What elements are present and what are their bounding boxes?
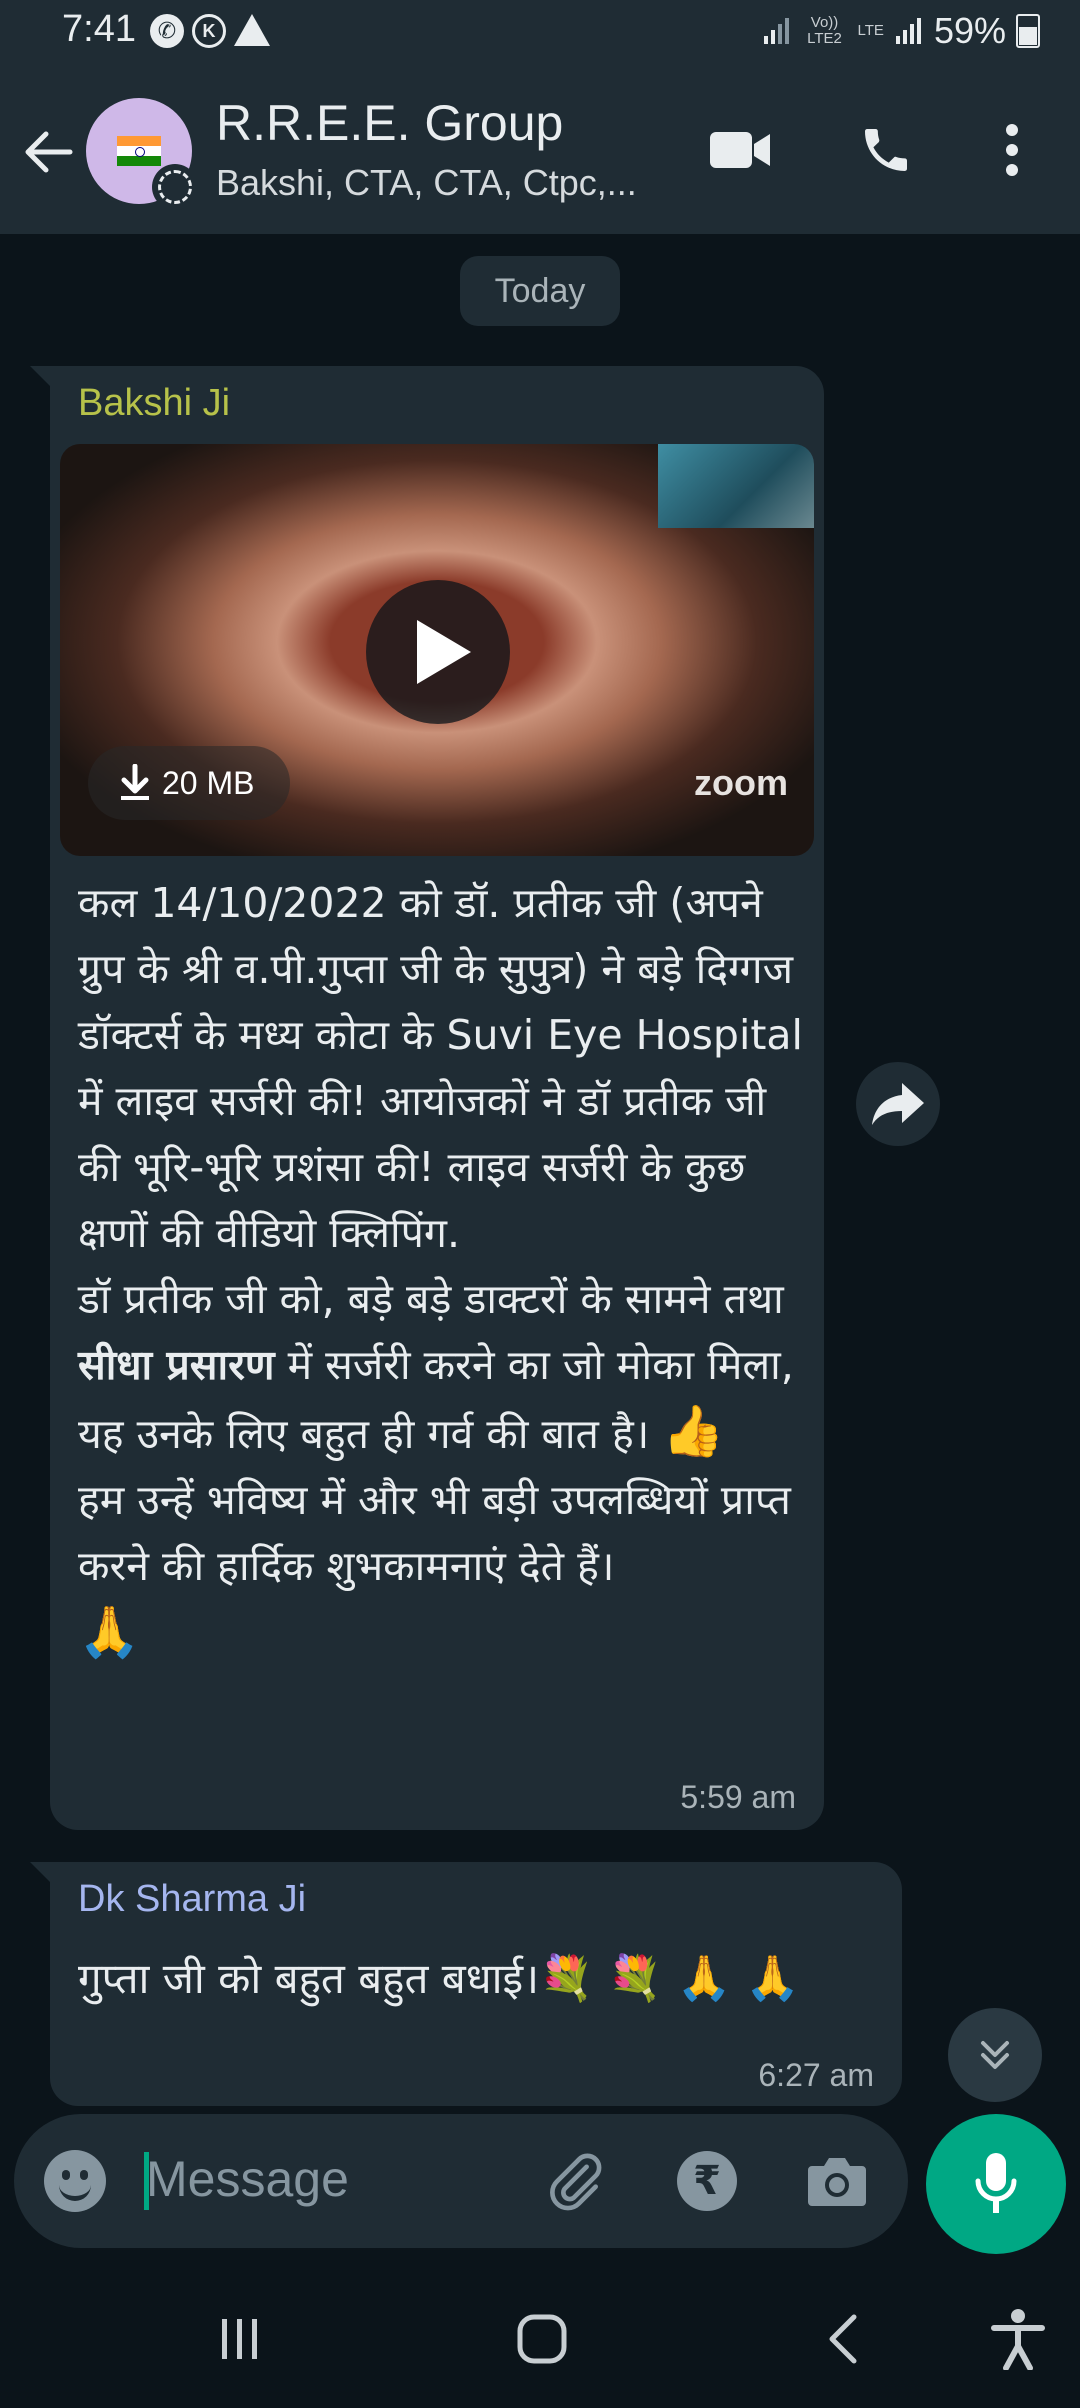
chat-header: R.R.E.E. Group Bakshi, CTA, CTA, Ctpc,..… [0,66,1080,234]
status-right: Vo)) LTE2 LTE 59% [762,10,1040,52]
battery-icon [1016,14,1040,48]
message-paragraph: डॉ प्रतीक जी को, बड़े बड़े डाक्टरों के स… [78,1266,808,1467]
forward-button[interactable] [856,1062,940,1146]
download-icon [121,764,149,800]
nav-recents-icon [222,2319,257,2359]
group-status-badge [152,164,198,210]
bold-text: सीधा प्रसारण [78,1341,275,1389]
group-title[interactable]: R.R.E.E. Group [216,94,563,152]
nav-home-icon [517,2314,567,2364]
text-segment: डॉ प्रतीक जी को, बड़े बड़े डाक्टरों के स… [78,1275,784,1323]
camera-icon [808,2158,866,2206]
voice-call-button[interactable] [854,118,918,182]
india-flag-icon [117,136,161,166]
scroll-down-icon [981,2041,1009,2069]
video-call-icon [710,132,770,168]
play-icon [417,620,471,684]
more-options-button[interactable] [980,118,1044,182]
video-message[interactable]: 20 MB zoom [60,444,814,856]
emoji-button[interactable] [44,2150,106,2212]
message-time: 6:27 am [758,2057,874,2093]
k-notification-icon: K [192,14,226,48]
message-paragraph: हम उन्हें भविष्य में और भी बड़ी उपलब्धिय… [78,1476,791,1590]
status-time: 7:41 [62,8,136,50]
video-inset-thumbnail [658,444,814,528]
chat-area[interactable]: Today Bakshi Ji 20 MB zoom कल 14/10/2022… [0,234,1080,2114]
message-bubble[interactable]: Bakshi Ji 20 MB zoom कल 14/10/2022 को डॉ… [50,366,824,1830]
back-arrow-icon [25,131,73,173]
voice-message-button[interactable] [926,2114,1066,2254]
back-button[interactable] [22,126,74,178]
mic-icon [975,2153,1017,2213]
video-call-button[interactable] [708,118,772,182]
lte-label: LTE [857,22,884,39]
forward-icon [872,1083,924,1125]
date-chip: Today [460,256,620,326]
status-notification-icons: ✆ K [150,14,270,48]
battery-percent: 59% [933,10,1006,51]
attach-button[interactable] [542,2148,608,2214]
warning-icon [234,14,270,46]
message-time: 5:59 am [680,1779,796,1815]
phone-icon [865,129,907,171]
text-segment: गुप्ता जी को बहुत बहुत बधाई। [78,1954,540,2003]
signal-icon-2 [895,18,921,44]
message-input[interactable]: Message [146,2150,349,2208]
payment-button[interactable]: ₹ [674,2148,740,2214]
message-paragraph: कल 14/10/2022 को डॉ. प्रतीक जी (अपने ग्र… [78,879,803,1257]
accessibility-icon [991,2309,1045,2370]
thumbs-up-emoji-icon: 👍 [662,1402,725,1460]
message-bubble[interactable]: Dk Sharma Ji गुप्ता जी को बहुत बहुत बधाई… [50,1862,902,2106]
message-text: कल 14/10/2022 को डॉ. प्रतीक जी (अपने ग्र… [78,870,808,1668]
scroll-down-button[interactable] [948,2008,1042,2102]
camera-button[interactable] [804,2148,870,2214]
nav-home-button[interactable] [502,2304,582,2374]
group-members[interactable]: Bakshi, CTA, CTA, Ctpc,... [216,162,637,204]
download-button[interactable]: 20 MB [88,746,291,820]
message-sender: Bakshi Ji [78,382,231,424]
accessibility-button[interactable] [978,2304,1058,2374]
nav-recents-button[interactable] [200,2304,280,2374]
message-paragraph: 🙏 [78,1599,808,1668]
video-size: 20 MB [162,764,255,801]
system-nav-bar [0,2262,1080,2408]
volte-label: Vo)) LTE2 [807,14,842,47]
rupee-icon: ₹ [677,2151,737,2211]
zoom-watermark: zoom [694,762,788,803]
call-notification-icon: ✆ [150,14,184,48]
status-bar: 7:41 ✆ K Vo)) LTE2 LTE 59% [0,0,1080,66]
bouquet-and-prayer-emoji-icon: 💐 💐 🙏 🙏 [539,1953,801,2004]
folded-hands-emoji-icon: 🙏 [78,1603,141,1661]
nav-back-icon [829,2314,857,2364]
signal-icon [763,18,789,44]
play-button[interactable] [366,580,510,724]
message-composer: Message ₹ [14,2114,908,2248]
message-text: गुप्ता जी को बहुत बहुत बधाई।💐 💐 🙏 🙏 [78,1946,800,2012]
more-vert-icon [1006,124,1018,176]
nav-back-button[interactable] [804,2304,884,2374]
message-sender: Dk Sharma Ji [78,1878,307,1920]
attach-icon [550,2153,602,2211]
